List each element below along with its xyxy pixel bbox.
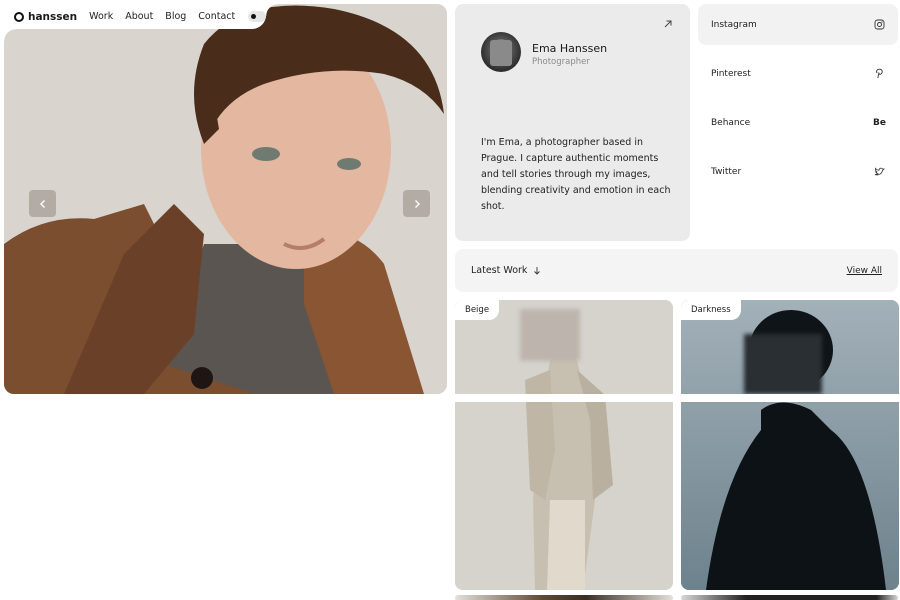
social-links: Instagram Pinterest Behance Be Twitter bbox=[698, 4, 898, 200]
blurred-face-beige bbox=[520, 309, 580, 361]
theme-toggle[interactable] bbox=[248, 11, 266, 22]
hero-image bbox=[4, 4, 447, 394]
latest-work-heading: Latest Work bbox=[471, 265, 541, 276]
nav-link-blog[interactable]: Blog bbox=[165, 11, 186, 22]
arrow-down-icon bbox=[534, 267, 541, 275]
twitter-icon bbox=[874, 167, 885, 176]
nav-link-contact[interactable]: Contact bbox=[198, 11, 235, 22]
chevron-left-icon bbox=[39, 199, 45, 208]
social-link-twitter[interactable]: Twitter bbox=[698, 151, 898, 192]
brand-logo[interactable]: hanssen bbox=[14, 11, 77, 23]
nav-link-about[interactable]: About bbox=[125, 11, 153, 22]
nav-link-work[interactable]: Work bbox=[89, 11, 113, 22]
card-divider bbox=[681, 394, 899, 402]
profile-card: Ema Hanssen Photographer I'm Ema, a phot… bbox=[455, 4, 690, 241]
next-card-peek-right bbox=[681, 595, 898, 600]
brand-name: hanssen bbox=[28, 10, 78, 23]
profile-bio: I'm Ema, a photographer based in Prague.… bbox=[481, 137, 671, 212]
carousel-prev-button[interactable] bbox=[29, 190, 56, 217]
social-label: Twitter bbox=[711, 166, 742, 177]
social-label: Pinterest bbox=[711, 68, 751, 79]
profile-role: Photographer bbox=[532, 57, 590, 67]
social-link-pinterest[interactable]: Pinterest bbox=[698, 53, 898, 94]
card-tag-darkness: Darkness bbox=[681, 300, 741, 320]
arrow-up-right-icon[interactable] bbox=[663, 19, 673, 29]
instagram-icon bbox=[874, 19, 885, 30]
behance-icon: Be bbox=[873, 117, 886, 128]
logo-ring-icon bbox=[14, 11, 24, 22]
work-card-beige[interactable]: Beige bbox=[455, 300, 673, 590]
card-divider bbox=[455, 394, 673, 402]
avatar bbox=[481, 32, 521, 72]
pinterest-icon bbox=[876, 68, 883, 79]
latest-work-label: Latest Work bbox=[471, 265, 528, 276]
chevron-right-icon bbox=[414, 199, 420, 208]
portrait-photo bbox=[4, 4, 447, 394]
next-card-peek-left bbox=[455, 595, 673, 600]
card-tag-beige: Beige bbox=[455, 300, 500, 320]
social-link-instagram[interactable]: Instagram bbox=[698, 4, 898, 45]
social-label: Instagram bbox=[711, 19, 757, 30]
carousel-next-button[interactable] bbox=[403, 190, 430, 217]
work-card-darkness[interactable]: Darkness bbox=[681, 300, 899, 590]
social-label: Behance bbox=[711, 117, 751, 128]
view-all-link[interactable]: View All bbox=[847, 266, 882, 276]
latest-work-bar: Latest Work View All bbox=[455, 249, 898, 292]
blurred-face-darkness bbox=[744, 334, 822, 394]
profile-name: Ema Hanssen bbox=[532, 42, 608, 55]
social-link-behance[interactable]: Behance Be bbox=[698, 102, 898, 143]
top-nav: hanssen Work About Blog Contact bbox=[4, 4, 278, 41]
